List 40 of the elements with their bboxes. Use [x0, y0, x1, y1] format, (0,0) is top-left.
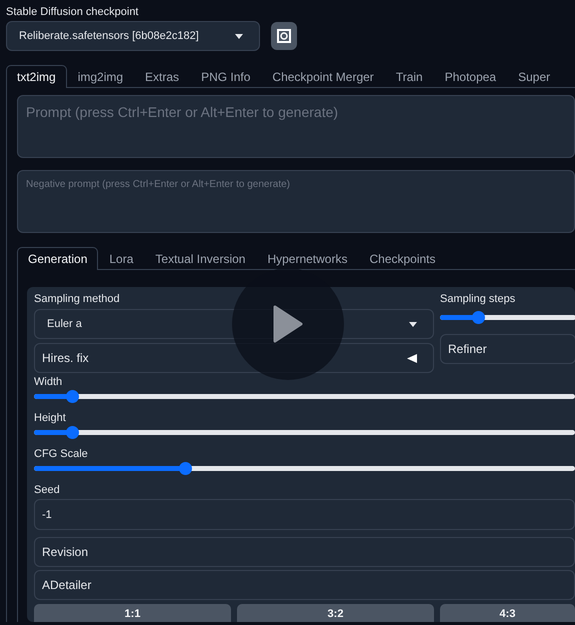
ratio-button[interactable]: 4:3: [440, 604, 575, 622]
accordion[interactable]: Revision: [34, 537, 575, 567]
tab[interactable]: Super: [507, 65, 562, 88]
ratio-button[interactable]: 1:1: [34, 604, 231, 622]
caret-icon: [409, 322, 417, 326]
negative-prompt-field[interactable]: Negative prompt (press Ctrl+Enter or Alt+Enter to generate): [17, 170, 575, 233]
prompt-field[interactable]: Prompt (press Ctrl+Enter or Alt+Enter to generate): [17, 95, 575, 158]
tab[interactable]: Checkpoint Merger: [261, 65, 385, 88]
accordion[interactable]: ADetailer: [34, 570, 575, 600]
field-label: Sampling method: [34, 293, 121, 305]
tab[interactable]: Checkpoints: [358, 247, 447, 270]
seed-field[interactable]: -1: [34, 499, 575, 530]
caret-icon: [235, 34, 243, 38]
field-label: CFG Scale: [34, 448, 89, 460]
refiner-accordion[interactable]: Refiner: [440, 334, 575, 364]
field-label: Width: [34, 376, 64, 388]
slider-thumb[interactable]: [472, 311, 486, 324]
tab[interactable]: PNG Info: [190, 65, 262, 88]
ratio-button[interactable]: 3:2: [237, 604, 434, 622]
tab[interactable]: Generation: [17, 247, 98, 270]
tab[interactable]: Lora: [98, 247, 144, 270]
slider-thumb[interactable]: [179, 462, 192, 475]
refresh-icon: [277, 29, 291, 43]
slider-thumb[interactable]: [66, 390, 79, 403]
checkpoint-dropdown[interactable]: Reliberate.safetensors [6b08e2c182]: [6, 21, 260, 51]
play-icon: [273, 305, 303, 343]
collapse-icon: [407, 354, 417, 362]
tab[interactable]: Textual Inversion: [144, 247, 256, 270]
field-label: Seed: [34, 484, 61, 496]
field-label: Sampling steps: [440, 293, 516, 305]
refresh-button[interactable]: [271, 22, 297, 50]
tab[interactable]: txt2img: [6, 65, 67, 88]
field-label: Stable Diffusion checkpoint: [6, 6, 140, 18]
tab[interactable]: Photopea: [434, 65, 508, 88]
tab[interactable]: Hypernetworks: [256, 247, 358, 270]
slider-thumb[interactable]: [66, 426, 79, 439]
tab[interactable]: img2img: [66, 65, 134, 88]
tab[interactable]: Train: [384, 65, 434, 88]
field-label: Height: [34, 412, 67, 424]
tab[interactable]: Extras: [134, 65, 190, 88]
